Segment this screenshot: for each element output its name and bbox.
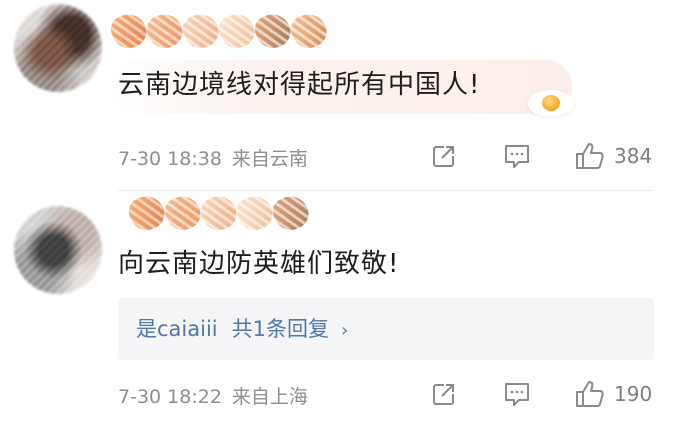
like-button[interactable]: 384	[574, 140, 652, 172]
like-count: 190	[614, 382, 653, 406]
like-button[interactable]: 190	[574, 378, 652, 410]
comment-text: 向云南边防英雄们致敬!	[118, 249, 400, 279]
avatar[interactable]	[14, 4, 102, 92]
share-button[interactable]	[430, 140, 458, 172]
comment-location: 来自上海	[231, 386, 308, 408]
comment-item: 云南边境线对得起所有中国人! 7-30 18:38 来自云南 384	[0, 0, 677, 192]
like-count: 384	[614, 144, 653, 168]
divider	[118, 190, 653, 191]
comment-meta: 7-30 18:22 来自上海	[118, 382, 308, 409]
comment-footer: 7-30 18:38 来自云南 384	[118, 140, 655, 172]
comment-icon	[505, 145, 529, 168]
comment-time: 7-30 18:38	[118, 148, 222, 170]
share-icon	[433, 146, 454, 167]
comment-footer: 7-30 18:22 来自上海 190	[118, 378, 655, 410]
redacted-username[interactable]	[106, 8, 332, 54]
thumbs-up-icon	[576, 143, 604, 169]
comment-text: 云南边境线对得起所有中国人!	[118, 70, 481, 100]
thumbs-up-icon	[576, 381, 604, 407]
reply-summary[interactable]: 是caiaiii 共1条回复 ›	[118, 298, 654, 360]
comment-time: 7-30 18:22	[118, 386, 222, 408]
chevron-right-icon: ›	[341, 320, 349, 341]
reply-button[interactable]	[502, 378, 532, 410]
redacted-username[interactable]	[124, 190, 314, 236]
comment-meta: 7-30 18:38 来自云南	[118, 144, 308, 171]
reply-user[interactable]: 是caiaiii	[136, 317, 218, 341]
comment-item: 向云南边防英雄们致敬! 是caiaiii 共1条回复 › 7-30 18:22 来自上…	[0, 192, 677, 424]
share-icon	[433, 384, 454, 405]
share-button[interactable]	[430, 378, 458, 410]
reply-count[interactable]: 共1条回复	[232, 317, 329, 341]
comment-location: 来自云南	[231, 148, 308, 170]
fried-egg-sticker-icon	[528, 90, 574, 116]
avatar[interactable]	[14, 206, 102, 294]
comment-icon	[505, 383, 529, 406]
reply-button[interactable]	[502, 140, 532, 172]
